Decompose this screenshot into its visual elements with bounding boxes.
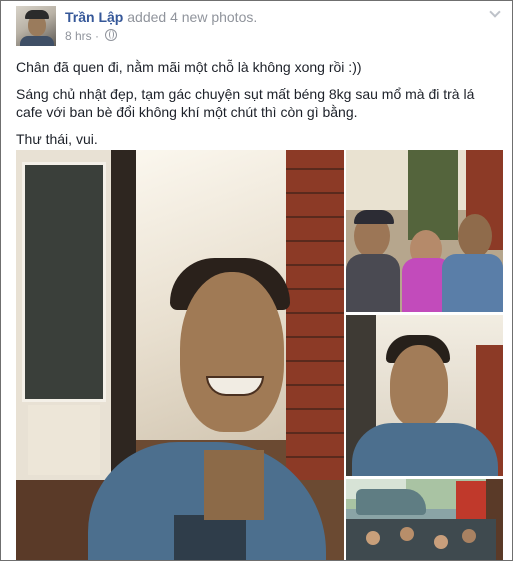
post-title-line: Trần Lập added 4 new photos.: [65, 9, 257, 25]
post-text-line-2: Sáng chủ nhật đẹp, tạm gác chuyện sụt mấ…: [16, 86, 475, 120]
post-timestamp-link[interactable]: 8 hrs: [65, 29, 92, 43]
photo-grid: [16, 150, 503, 560]
avatar-hat: [25, 10, 49, 19]
globe-icon[interactable]: [105, 29, 118, 41]
author-name-link[interactable]: Trần Lập: [65, 9, 123, 25]
photo-group-friends[interactable]: [346, 150, 503, 312]
photo-main-portrait[interactable]: [16, 150, 344, 560]
post-action-text: added 4 new photos.: [127, 9, 258, 25]
meta-separator: ·: [95, 29, 100, 43]
post-header: Trần Lập added 4 new photos. 8 hrs ·: [16, 6, 502, 48]
post-text-line-3: Thư thái, vui.: [16, 131, 98, 147]
avatar[interactable]: [16, 6, 56, 46]
photo-cafe-street[interactable]: [346, 479, 503, 560]
post-card: Trần Lập added 4 new photos. 8 hrs · Châ…: [0, 0, 513, 561]
photo-closeup-portrait[interactable]: [346, 315, 503, 476]
post-text: Chân đã quen đi, nằm mãi một chỗ là khôn…: [16, 58, 504, 157]
post-text-line-1: Chân đã quen đi, nằm mãi một chỗ là khôn…: [16, 59, 362, 75]
post-meta: 8 hrs ·: [65, 29, 118, 43]
avatar-shirt: [20, 36, 54, 46]
chevron-down-icon[interactable]: [490, 8, 500, 18]
